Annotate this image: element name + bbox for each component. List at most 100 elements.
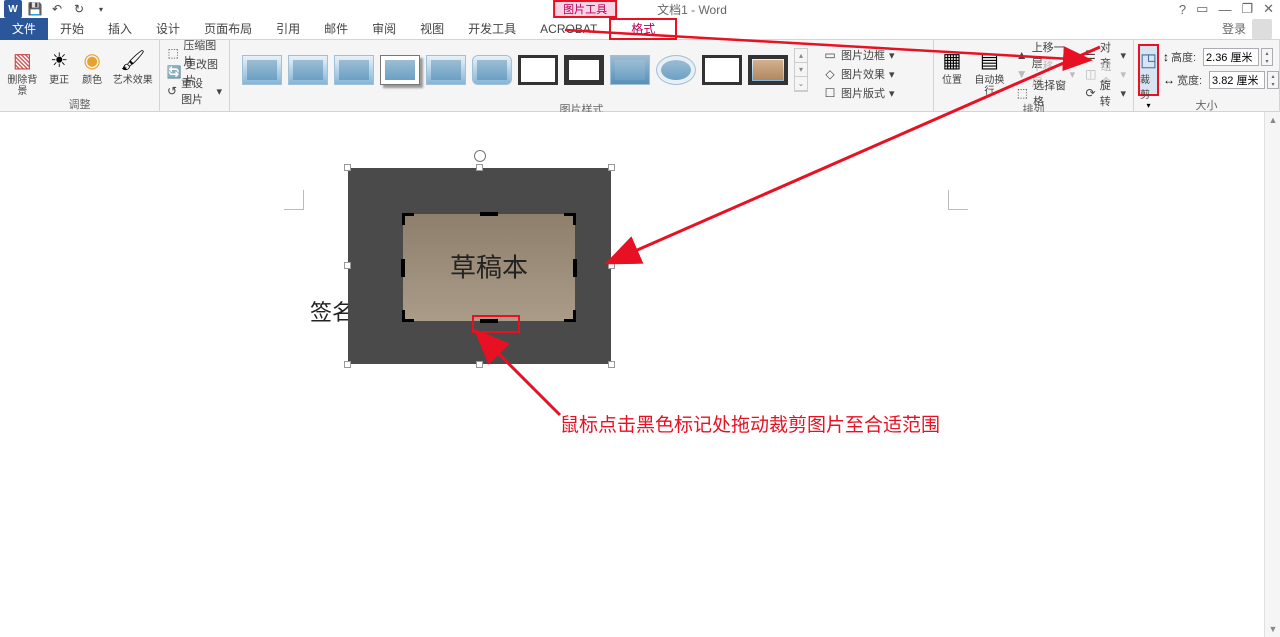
redo-icon[interactable]: ↻ xyxy=(70,0,88,18)
adjust-group-label: 调整 xyxy=(69,96,91,112)
crop-button[interactable]: ◳ 裁剪 ▾ xyxy=(1138,44,1159,96)
style-thumb[interactable] xyxy=(426,55,466,85)
style-thumb[interactable] xyxy=(702,55,742,85)
resize-handle[interactable] xyxy=(476,164,483,171)
wrap-icon: ▤ xyxy=(975,46,1003,74)
crop-region[interactable]: 草稿本 xyxy=(403,214,575,321)
document-page[interactable]: 签名： 草稿本 鼠标点击黑色标记处拖动 xyxy=(170,132,1100,632)
resize-handle[interactable] xyxy=(476,361,483,368)
crop-handle[interactable] xyxy=(573,259,577,277)
style-thumb[interactable] xyxy=(288,55,328,85)
tab-insert[interactable]: 插入 xyxy=(96,18,144,40)
resize-handle[interactable] xyxy=(608,164,615,171)
backward-icon: ▼ xyxy=(1016,67,1028,81)
restore-icon[interactable]: ❐ xyxy=(1241,1,1253,17)
wrap-text-button[interactable]: ▤ 自动换行 xyxy=(970,42,1009,97)
position-icon: ▦ xyxy=(938,46,966,74)
swap-icon: 🔄 xyxy=(167,65,181,79)
style-thumb[interactable] xyxy=(380,55,420,85)
annotation-text: 鼠标点击黑色标记处拖动裁剪图片至合适范围 xyxy=(560,410,940,437)
selection-icon: ⬚ xyxy=(1016,86,1029,100)
annotation-box xyxy=(472,315,520,333)
margin-mark xyxy=(284,190,304,210)
image-text: 草稿本 xyxy=(450,247,528,284)
picture-styles-gallery[interactable]: ▴▾⌄ xyxy=(234,42,816,92)
tab-acrobat[interactable]: ACROBAT xyxy=(528,18,609,40)
rotate-handle[interactable] xyxy=(474,150,486,162)
tab-review[interactable]: 审阅 xyxy=(360,18,408,40)
width-input[interactable] xyxy=(1209,71,1265,89)
tab-developer[interactable]: 开发工具 xyxy=(456,18,528,40)
rotate-icon: ⟳ xyxy=(1085,86,1096,100)
picture-effects-button[interactable]: ◇图片效果 ▾ xyxy=(820,65,898,83)
width-label: 宽度: xyxy=(1177,72,1207,88)
remove-background-button[interactable]: ▧ 删除背景 xyxy=(4,42,41,97)
document-title: 文档1 - Word xyxy=(657,1,727,18)
style-thumb[interactable] xyxy=(518,55,558,85)
position-button[interactable]: ▦ 位置 xyxy=(938,42,966,86)
size-group-label: 大小 xyxy=(1196,97,1218,113)
style-thumb[interactable] xyxy=(242,55,282,85)
account-icon[interactable] xyxy=(1252,19,1272,39)
style-thumb[interactable] xyxy=(610,55,650,85)
crop-handle[interactable] xyxy=(402,213,414,225)
crop-handle[interactable] xyxy=(401,259,405,277)
undo-icon[interactable]: ↶ xyxy=(48,0,66,18)
reset-icon: ↺ xyxy=(167,84,177,98)
height-spinner[interactable]: ▴▾ xyxy=(1261,48,1273,66)
picture-layout-button[interactable]: ☐图片版式 ▾ xyxy=(820,84,898,102)
selected-image[interactable]: 草稿本 xyxy=(348,168,611,364)
height-input[interactable] xyxy=(1203,48,1259,66)
scroll-up-icon[interactable]: ▲ xyxy=(1265,112,1280,128)
gallery-scroll[interactable]: ▴▾⌄ xyxy=(794,48,808,92)
qat-more-icon[interactable]: ▾ xyxy=(92,0,110,18)
resize-handle[interactable] xyxy=(344,164,351,171)
effects-icon: ◇ xyxy=(823,67,837,81)
crop-handle[interactable] xyxy=(402,310,414,322)
brush-icon: 🖌 xyxy=(119,46,147,74)
style-thumb[interactable] xyxy=(564,55,604,85)
style-thumb[interactable] xyxy=(656,55,696,85)
crop-handle[interactable] xyxy=(564,310,576,322)
selection-pane-button[interactable]: ⬚选择窗格 xyxy=(1013,84,1078,102)
corrections-button[interactable]: ☀ 更正 xyxy=(45,42,74,86)
close-icon[interactable]: ✕ xyxy=(1263,1,1274,17)
sun-icon: ☀ xyxy=(45,46,73,74)
word-icon: W xyxy=(4,0,22,18)
tab-view[interactable]: 视图 xyxy=(408,18,456,40)
crop-handle[interactable] xyxy=(480,212,498,216)
resize-handle[interactable] xyxy=(344,262,351,269)
login-link[interactable]: 登录 xyxy=(1222,20,1246,37)
rotate-button[interactable]: ⟳旋转 ▾ xyxy=(1082,84,1129,102)
resize-handle[interactable] xyxy=(344,361,351,368)
document-area: 签名： 草稿本 鼠标点击黑色标记处拖动 xyxy=(0,112,1280,637)
vertical-scrollbar[interactable]: ▲ ▼ xyxy=(1264,112,1280,637)
compress-icon: ⬚ xyxy=(167,46,179,60)
resize-handle[interactable] xyxy=(608,361,615,368)
group-icon: ◫ xyxy=(1085,67,1096,81)
style-thumb[interactable] xyxy=(334,55,374,85)
margin-mark xyxy=(948,190,968,210)
ribbon-options-icon[interactable]: ▭ xyxy=(1196,1,1208,17)
help-icon[interactable]: ? xyxy=(1179,2,1186,17)
artistic-button[interactable]: 🖌 艺术效果 xyxy=(111,42,155,86)
minimize-icon[interactable]: — xyxy=(1218,2,1231,17)
color-button[interactable]: ◉ 颜色 xyxy=(78,42,107,86)
tab-mailings[interactable]: 邮件 xyxy=(312,18,360,40)
tab-file[interactable]: 文件 xyxy=(0,18,48,40)
scroll-down-icon[interactable]: ▼ xyxy=(1265,621,1280,637)
reset-picture-button[interactable]: ↺重设图片 ▾ xyxy=(164,82,225,100)
style-thumb[interactable] xyxy=(748,55,788,85)
tab-home[interactable]: 开始 xyxy=(48,18,96,40)
resize-handle[interactable] xyxy=(608,262,615,269)
tab-format[interactable]: 格式 xyxy=(609,18,677,40)
save-icon[interactable]: 💾 xyxy=(26,0,44,18)
crop-handle[interactable] xyxy=(564,213,576,225)
layout-icon: ☐ xyxy=(823,86,837,100)
tab-references[interactable]: 引用 xyxy=(264,18,312,40)
style-thumb[interactable] xyxy=(472,55,512,85)
picture-tools-tab[interactable]: 图片工具 xyxy=(553,0,617,18)
border-icon: ▭ xyxy=(823,48,837,62)
width-spinner[interactable]: ▴▾ xyxy=(1267,71,1279,89)
picture-border-button[interactable]: ▭图片边框 ▾ xyxy=(820,46,898,64)
